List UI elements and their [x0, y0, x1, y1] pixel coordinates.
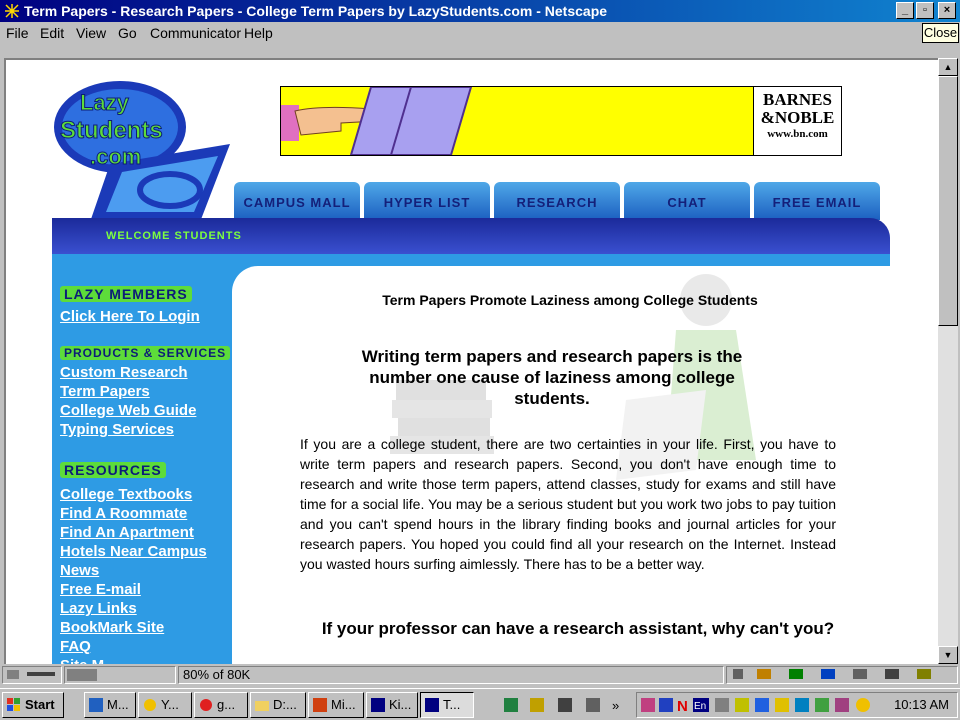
menu-bar: File Edit View Go Communicator Help [0, 22, 960, 44]
start-button[interactable]: Start [2, 692, 64, 718]
status-text: 80% of 80K [178, 666, 724, 684]
yahoo-icon [144, 699, 156, 711]
system-tray: N En 10:13 AM [636, 692, 958, 718]
start-label: Start [25, 697, 55, 712]
menu-go[interactable]: Go [118, 25, 137, 41]
headline-small: Term Papers Promote Laziness among Colle… [382, 292, 758, 308]
netscape-icon [425, 698, 439, 712]
taskbar-button-2[interactable]: Y... [138, 692, 192, 718]
section-heading-resources: RESOURCES [60, 462, 166, 478]
taskbar-label-5: Mi... [331, 697, 356, 712]
close-button[interactable]: × [938, 2, 956, 19]
tab-hyper-list[interactable]: HYPER LIST [364, 182, 490, 220]
taskbar-button-7-active[interactable]: T... [420, 692, 474, 718]
powerpoint-icon [313, 698, 327, 712]
taskbar-label-6: Ki... [389, 697, 412, 712]
menu-communicator[interactable]: Communicator [150, 25, 241, 41]
headline-main: Writing term papers and research papers … [361, 347, 743, 408]
intro-paragraph: If you are a college student, there are … [300, 436, 836, 572]
netscape-icon [371, 698, 385, 712]
taskbar-button-6[interactable]: Ki... [366, 692, 418, 718]
taskbar-button-3[interactable]: g... [194, 692, 248, 718]
taskbar: Start M... Y... g... D:... Mi... Ki... T… [0, 688, 960, 720]
hand-book-illustration [281, 87, 473, 155]
welcome-band: WELCOME STUDENTS [52, 218, 890, 254]
menu-file[interactable]: File [6, 25, 29, 41]
progress-bar [64, 666, 176, 684]
barnes-noble-banner-ad[interactable]: BARNES &NOBLE www.bn.com [280, 86, 842, 156]
logo-text-com: .com [90, 144, 141, 169]
link-typing-services[interactable]: Typing Services [60, 421, 174, 438]
netscape-app-icon[interactable] [4, 3, 20, 19]
section-heading-products-services: PRODUCTS & SERVICES [60, 346, 231, 360]
link-free-email[interactable]: Free E-mail [60, 581, 141, 598]
tab-chat[interactable]: CHAT [624, 182, 750, 220]
taskbar-button-5[interactable]: Mi... [308, 692, 364, 718]
link-custom-research[interactable]: Custom Research [60, 364, 188, 381]
bn-line2: &NOBLE [760, 108, 835, 127]
bn-line1: BARNES [763, 90, 832, 109]
taskbar-label-1: M... [107, 697, 129, 712]
title-bar[interactable]: Term Papers - Research Papers - College … [0, 0, 960, 22]
clock: 10:13 AM [894, 697, 949, 712]
taskbar-label-2: Y... [161, 697, 179, 712]
link-news[interactable]: News [60, 562, 99, 579]
link-college-web-guide[interactable]: College Web Guide [60, 402, 196, 419]
scroll-thumb[interactable] [938, 76, 958, 326]
tab-campus-mall[interactable]: CAMPUS MALL [234, 182, 360, 220]
link-bookmark-site[interactable]: BookMark Site [60, 619, 164, 636]
logo-text-students: Students [60, 117, 163, 144]
scroll-down-button[interactable]: ▼ [938, 646, 958, 664]
menu-edit[interactable]: Edit [40, 25, 64, 41]
link-hotels-near-campus[interactable]: Hotels Near Campus [60, 543, 207, 560]
tray-icons[interactable]: N En [639, 697, 879, 713]
menu-help[interactable]: Help [244, 25, 273, 41]
tab-research[interactable]: RESEARCH [494, 182, 620, 220]
lazystudents-logo[interactable]: Lazy Students .com [50, 72, 240, 232]
scroll-up-button[interactable]: ▲ [938, 58, 958, 76]
tab-free-email[interactable]: FREE EMAIL [754, 182, 880, 220]
windows-logo-icon [7, 698, 20, 711]
headline-bottom: If your professor can have a research as… [321, 619, 835, 638]
close-tooltip: Close [922, 23, 959, 43]
bn-url: www.bn.com [767, 128, 828, 140]
link-faq[interactable]: FAQ [60, 638, 91, 655]
link-login[interactable]: Click Here To Login [60, 308, 200, 325]
link-find-apartment[interactable]: Find An Apartment [60, 524, 194, 541]
security-indicator[interactable] [2, 666, 62, 684]
window-title: Term Papers - Research Papers - College … [24, 3, 608, 19]
quick-launch-icons[interactable]: » [500, 697, 630, 713]
minimize-button[interactable]: _ [896, 2, 914, 19]
link-find-roommate[interactable]: Find A Roommate [60, 505, 187, 522]
status-bar: 80% of 80K [0, 664, 960, 686]
taskbar-button-4[interactable]: D:... [250, 692, 306, 718]
lock-icon [7, 670, 55, 679]
taskbar-label-7: T... [443, 697, 461, 712]
svg-text:En: En [694, 701, 706, 712]
taskbar-label-4: D:... [273, 697, 297, 712]
taskbar-label-3: g... [217, 697, 236, 712]
svg-text:N: N [677, 698, 688, 713]
svg-text:»: » [612, 698, 619, 713]
link-lazy-links[interactable]: Lazy Links [60, 600, 137, 617]
folder-icon [255, 701, 269, 711]
vertical-scrollbar[interactable]: ▲ ▼ [938, 58, 958, 664]
progress-fill [67, 669, 97, 681]
component-bar[interactable] [726, 666, 958, 684]
logo-text-lazy: Lazy [80, 90, 130, 115]
page-viewport[interactable]: Lazy Students .com BARNES &NOBLE www.bn.… [4, 58, 940, 666]
menu-view[interactable]: View [76, 25, 106, 41]
section-heading-lazy-members: LAZY MEMBERS [60, 286, 192, 302]
link-college-textbooks[interactable]: College Textbooks [60, 486, 192, 503]
component-bar-icons [733, 669, 931, 679]
barnes-noble-logo: BARNES &NOBLE www.bn.com [753, 87, 841, 155]
link-term-papers[interactable]: Term Papers [60, 383, 150, 400]
app-icon [200, 699, 212, 711]
app-icon [89, 698, 103, 712]
maximize-button[interactable]: ▫ [916, 2, 934, 19]
welcome-text: WELCOME STUDENTS [106, 230, 242, 242]
taskbar-button-1[interactable]: M... [84, 692, 136, 718]
